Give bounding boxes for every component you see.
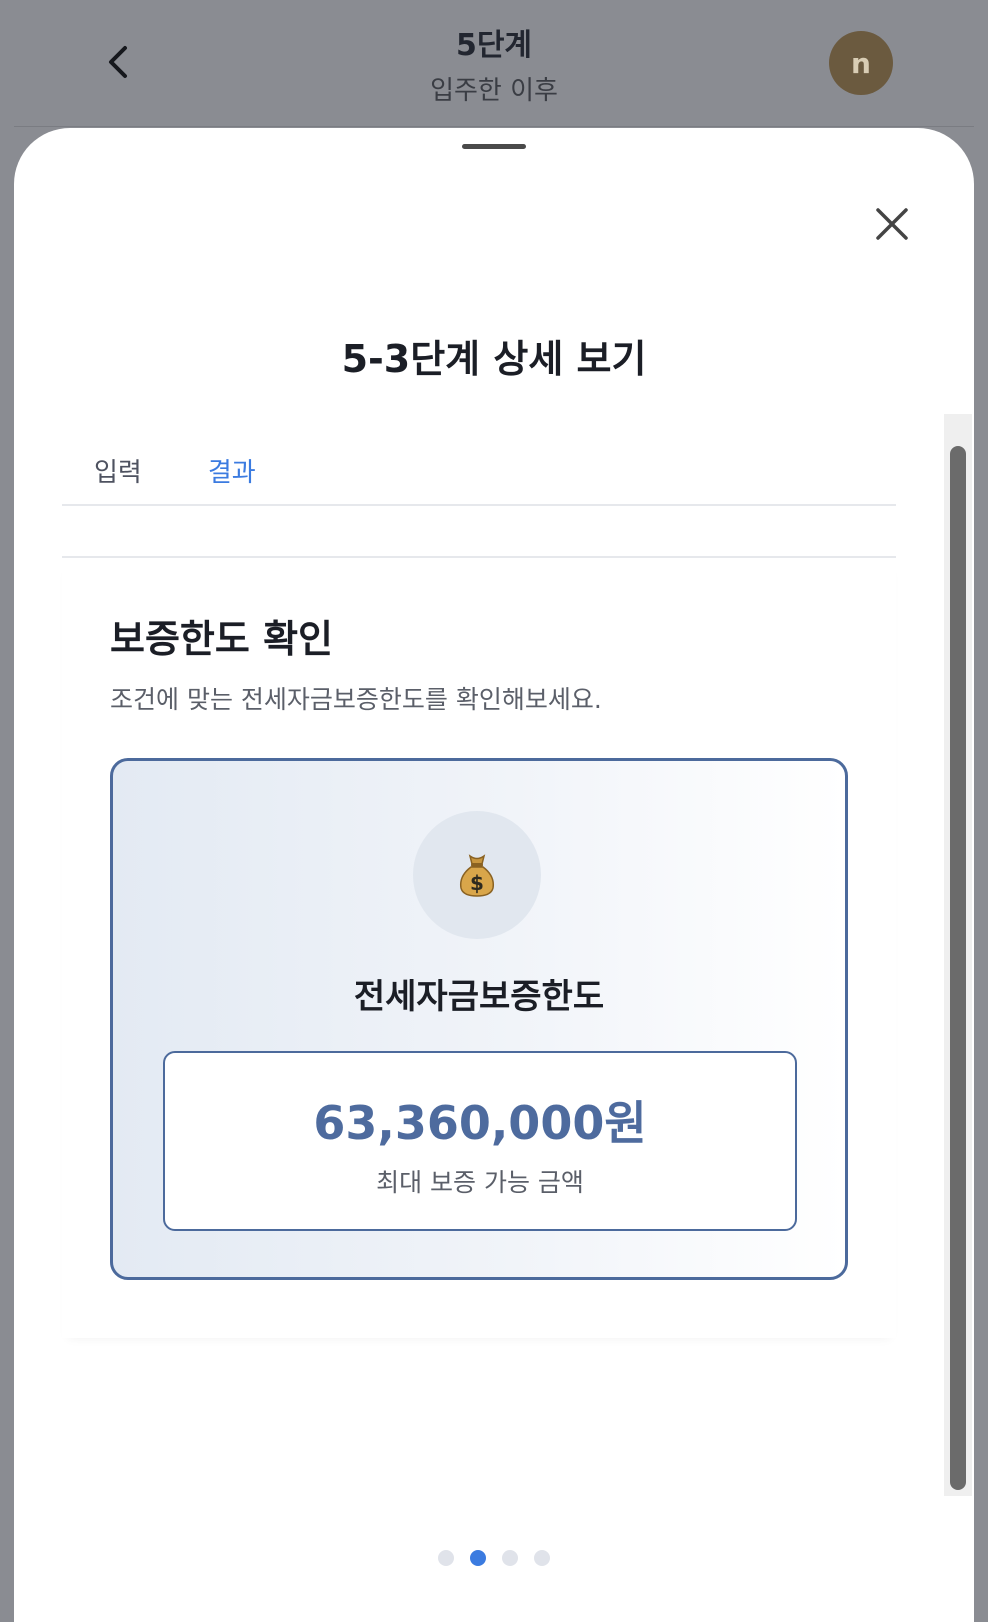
money-bag-icon: $: [459, 854, 495, 897]
scrollbar[interactable]: [944, 414, 972, 1496]
page-indicator: [14, 1550, 974, 1566]
guarantee-limit-card: $ 전세자금보증한도 63,360,000원 최대 보증 가능 금액: [110, 758, 848, 1280]
sheet-title: 5-3단계 상세 보기: [341, 337, 647, 381]
tab-bar: 입력 결과: [62, 436, 896, 506]
svg-text:$: $: [470, 871, 484, 895]
tab-spacer-row: [62, 508, 896, 558]
page-dot[interactable]: [438, 1550, 454, 1566]
guarantee-amount: 63,360,000원: [313, 1096, 647, 1150]
top-header: 5단계 입주한 이후 n: [0, 0, 988, 128]
page-dot[interactable]: [502, 1550, 518, 1566]
sheet-drag-handle[interactable]: [462, 144, 526, 149]
result-content: 보증한도 확인 조건에 맞는 전세자금보증한도를 확인해보세요. $ 전세자금보…: [62, 560, 896, 1338]
close-button[interactable]: [872, 204, 912, 244]
amount-box: 63,360,000원 최대 보증 가능 금액: [163, 1051, 797, 1231]
page-dot[interactable]: [534, 1550, 550, 1566]
header-divider: [14, 126, 974, 127]
scrollbar-thumb[interactable]: [950, 446, 966, 1490]
tab-input[interactable]: 입력: [94, 452, 142, 489]
amount-caption: 최대 보증 가능 금액: [376, 1168, 584, 1197]
card-label: 전세자금보증한도: [353, 977, 605, 1017]
result-description: 조건에 맞는 전세자금보증한도를 확인해보세요.: [110, 685, 602, 714]
result-heading: 보증한도 확인: [110, 617, 333, 661]
icon-circle: $: [413, 811, 541, 939]
page-dot-active[interactable]: [470, 1550, 486, 1566]
detail-bottom-sheet: 5-3단계 상세 보기 입력 결과 보증한도 확인 조건에 맞는 전세자금보증한…: [14, 128, 974, 1622]
avatar[interactable]: n: [829, 31, 893, 95]
close-icon: [876, 208, 908, 240]
tab-result[interactable]: 결과: [208, 452, 256, 489]
